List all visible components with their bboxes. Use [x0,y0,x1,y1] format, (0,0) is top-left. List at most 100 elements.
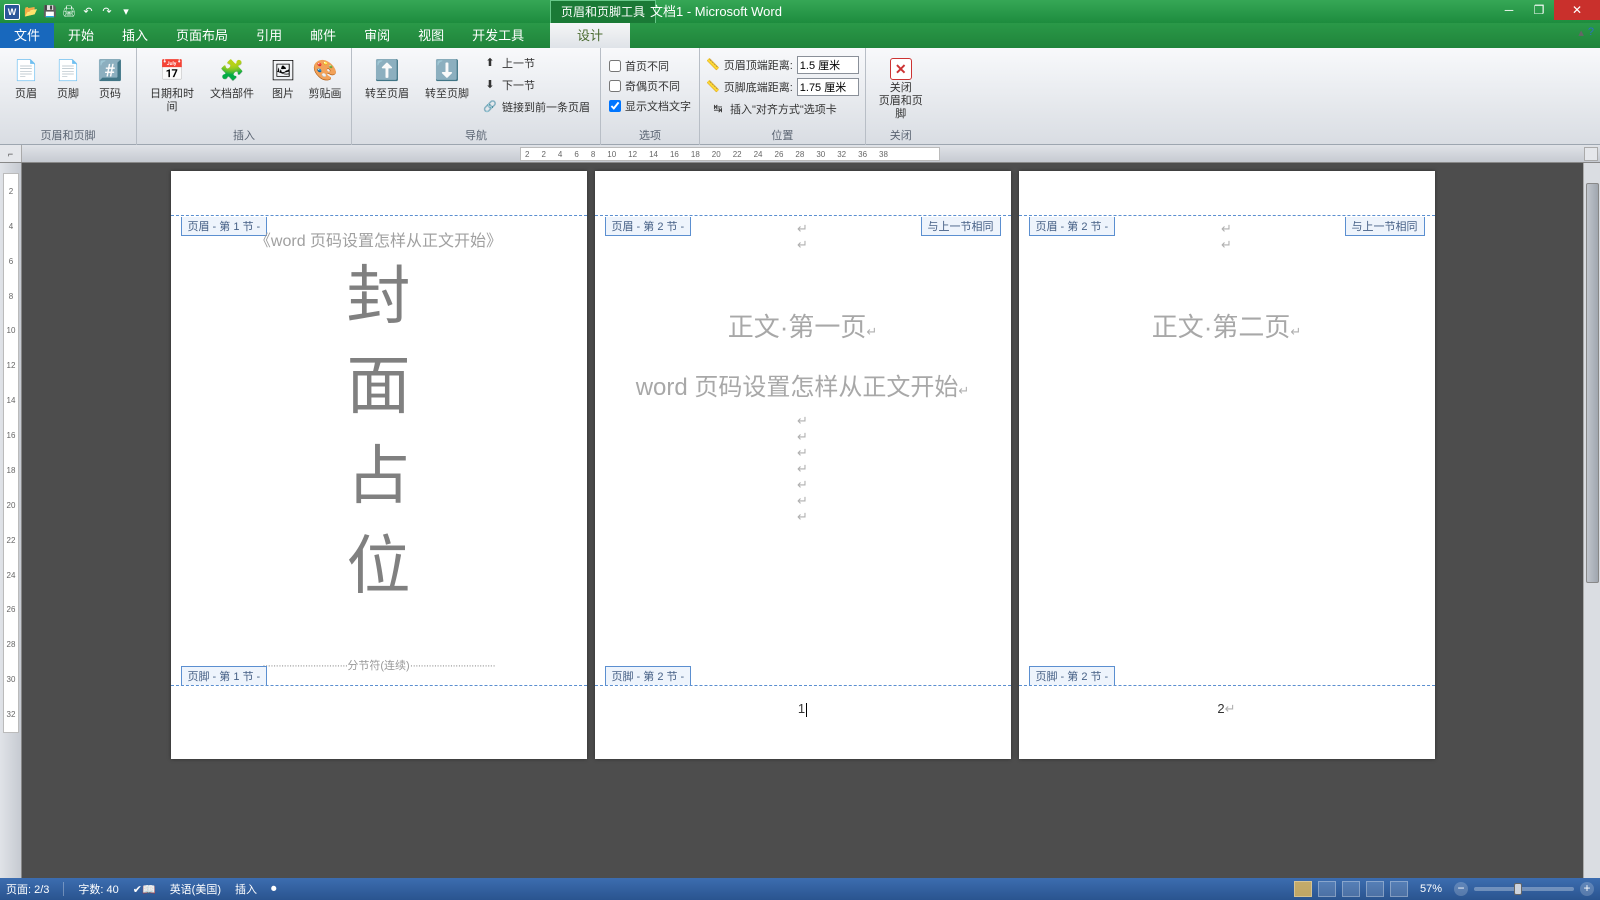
ribbon-help-icons: ▴ ? [1578,26,1600,39]
restore-button[interactable]: ❐ [1524,0,1554,20]
group-insert: 📅 日期和时间 🧩 文档部件 🖼 图片 🎨 剪贴画 插入 [137,48,352,145]
datetime-button[interactable]: 📅 日期和时间 [143,52,201,116]
cover-char: 面 [211,341,547,431]
footer-from-bottom-row: 📏 页脚底端距离: [706,76,859,97]
status-page[interactable]: 页面: 2/3 [6,881,49,897]
next-icon: ⬇ [482,77,498,93]
header-distance-icon: 📏 [706,58,720,71]
horizontal-ruler[interactable]: ⌐ 224681012141618202224262830323638 [0,145,1600,163]
page-1[interactable]: 页眉 - 第 1 节 - 《word 页码设置怎样从正文开始》 封 面 占 位 … [171,171,587,759]
align-tab-icon: ↹ [710,101,726,117]
goto-header-button[interactable]: ⬆️ 转至页眉 [358,52,416,103]
insert-alignment-tab-button[interactable]: ↹插入"对齐方式"选项卡 [706,98,859,119]
help-icon[interactable]: ? [1588,26,1594,39]
vertical-ruler[interactable]: 2468101214161820222426283032 [0,163,22,878]
tab-developer[interactable]: 开发工具 [458,23,538,48]
vertical-scrollbar[interactable] [1583,163,1600,878]
doc-parts-button[interactable]: 🧩 文档部件 [203,52,261,103]
pages-container: 页眉 - 第 1 节 - 《word 页码设置怎样从正文开始》 封 面 占 位 … [22,163,1583,878]
qat-customize-icon[interactable]: ▾ [118,4,134,20]
header-from-top-row: 📏 页眉顶端距离: [706,54,859,75]
view-web-layout-button[interactable] [1342,881,1360,897]
page-number-footer[interactable]: 1 [595,701,1011,717]
prev-section-button[interactable]: ⬆上一节 [478,52,594,73]
tab-view[interactable]: 视图 [404,23,458,48]
next-section-button[interactable]: ⬇下一节 [478,74,594,95]
footer-button[interactable]: 📄 页脚 [48,52,88,103]
header-from-top-input[interactable] [797,56,859,74]
tab-selector-icon[interactable]: ⌐ [0,145,22,162]
ribbon-minimize-icon[interactable]: ▴ [1578,26,1584,39]
clipart-icon: 🎨 [309,54,341,86]
tab-file[interactable]: 文件 [0,23,54,48]
ruler-toggle-button[interactable] [1584,147,1598,161]
save-icon[interactable]: 💾 [42,4,58,20]
zoom-level[interactable]: 57% [1420,883,1442,895]
prev-icon: ⬆ [482,55,498,71]
status-language[interactable]: 英语(美国) [170,881,221,897]
close-header-footer-button[interactable]: ✕ 关闭页眉和页脚 [872,52,930,123]
footer-section-tag: 页脚 - 第 2 节 - [605,666,692,685]
spellcheck-icon[interactable]: ✔📖 [133,883,156,896]
diff-first-page-checkbox[interactable]: 首页不同 [607,56,693,75]
link-to-previous-button[interactable]: 🔗链接到前一条页眉 [478,96,594,117]
clipart-button[interactable]: 🎨 剪贴画 [305,52,345,103]
cover-title: 《word 页码设置怎样从正文开始》 [211,227,547,251]
calendar-icon: 📅 [156,54,188,86]
tab-mailings[interactable]: 邮件 [296,23,350,48]
print-preview-icon[interactable]: 🖨 [61,4,77,20]
redo-icon[interactable]: ↷ [99,4,115,20]
page-2[interactable]: 页眉 - 第 2 节 - 与上一节相同 ↵↵ 正文·第一页↵ word 页码设置… [595,171,1011,759]
minimize-button[interactable]: ─ [1494,0,1524,20]
view-outline-button[interactable] [1366,881,1384,897]
diff-odd-even-checkbox[interactable]: 奇偶页不同 [607,76,693,95]
zoom-slider-knob[interactable] [1514,883,1522,895]
word-icon[interactable]: W [4,4,20,20]
cover-char: 位 [211,521,547,611]
picture-button[interactable]: 🖼 图片 [263,52,303,103]
ribbon-tabs: 文件 开始 插入 页面布局 引用 邮件 审阅 视图 开发工具 Acrobat 设… [0,23,1600,48]
contextual-tab-title: 页眉和页脚工具 [550,0,656,23]
window-title: 文档1 - Microsoft Word [650,0,782,23]
footer-section-tag: 页脚 - 第 2 节 - [1029,666,1116,685]
picture-icon: 🖼 [267,54,299,86]
tab-design[interactable]: 设计 [550,23,630,48]
group-position: 📏 页眉顶端距离: 📏 页脚底端距离: ↹插入"对齐方式"选项卡 位置 [700,48,866,145]
zoom-out-button[interactable]: − [1454,882,1468,896]
header-icon: 📄 [10,54,42,86]
vertical-ruler-scale: 2468101214161820222426283032 [3,173,19,733]
page-number-footer[interactable]: 2↵ [1019,701,1435,717]
page-body-title: 正文·第一页↵ [635,307,971,344]
view-print-layout-button[interactable] [1294,881,1312,897]
scroll-thumb[interactable] [1586,183,1599,583]
status-word-count[interactable]: 字数: 40 [78,881,118,897]
page-number-button[interactable]: #️⃣ 页码 [90,52,130,103]
view-draft-button[interactable] [1390,881,1408,897]
cover-char: 占 [211,431,547,521]
footer-from-bottom-input[interactable] [797,78,859,96]
status-bar: 页面: 2/3 字数: 40 ✔📖 英语(美国) 插入 ⏺ 57% − + [0,878,1600,900]
header-button[interactable]: 📄 页眉 [6,52,46,103]
goto-footer-button[interactable]: ⬇️ 转至页脚 [418,52,476,103]
tab-references[interactable]: 引用 [242,23,296,48]
tab-home[interactable]: 开始 [54,23,108,48]
footer-distance-icon: 📏 [706,80,720,93]
open-icon[interactable]: 📂 [23,4,39,20]
zoom-slider[interactable] [1474,887,1574,891]
goto-footer-icon: ⬇️ [431,54,463,86]
view-full-screen-button[interactable] [1318,881,1336,897]
page-body-text: word 页码设置怎样从正文开始↵ [635,366,971,413]
status-insert-mode[interactable]: 插入 [235,881,257,897]
tab-review[interactable]: 审阅 [350,23,404,48]
close-button[interactable]: ✕ [1554,0,1600,20]
macro-recording-icon[interactable]: ⏺ [271,883,277,896]
goto-header-icon: ⬆️ [371,54,403,86]
tab-page-layout[interactable]: 页面布局 [162,23,242,48]
page-number-icon: #️⃣ [94,54,126,86]
show-doc-text-checkbox[interactable]: 显示文档文字 [607,96,693,115]
zoom-in-button[interactable]: + [1580,882,1594,896]
page-3[interactable]: 页眉 - 第 2 节 - 与上一节相同 ↵↵ 正文·第二页↵ 页脚 - 第 2 … [1019,171,1435,759]
tab-insert[interactable]: 插入 [108,23,162,48]
link-icon: 🔗 [482,99,498,115]
undo-icon[interactable]: ↶ [80,4,96,20]
